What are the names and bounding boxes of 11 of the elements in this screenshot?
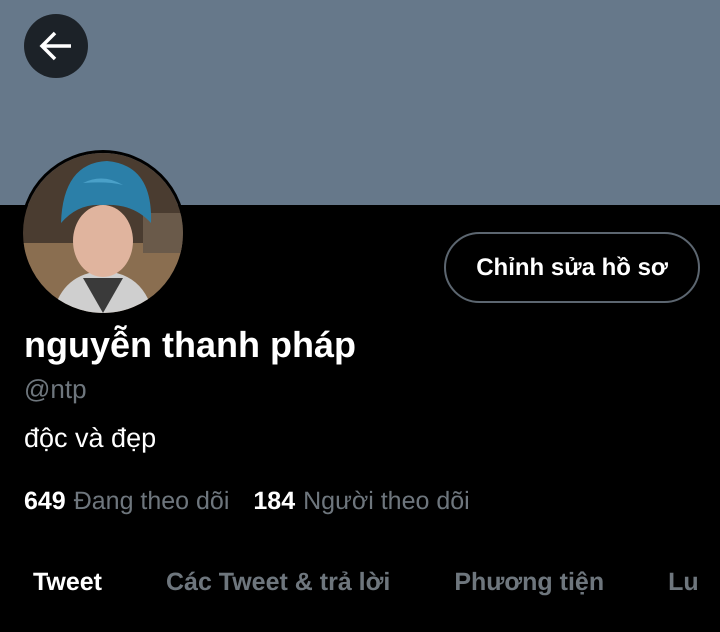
follow-stat-link[interactable]: 649 Đang theo dõi xyxy=(24,487,230,516)
follow-stat-link[interactable]: 184 Người theo dõi xyxy=(253,487,470,516)
profile-tab[interactable]: Phương tiện xyxy=(454,568,604,597)
profile-tab[interactable]: Các Tweet & trả lời xyxy=(166,568,390,597)
profile-bio: độc và đẹp xyxy=(24,422,158,455)
back-arrow-icon xyxy=(39,30,73,62)
profile-handle: @ntp xyxy=(24,373,88,405)
edit-profile-button[interactable]: Chỉnh sửa hồ sơ xyxy=(444,232,700,303)
profile-tab[interactable]: Lu xyxy=(668,568,699,597)
profile-tab[interactable]: Tweet xyxy=(33,568,102,597)
profile-name: nguyễn thanh pháp xyxy=(24,323,357,367)
